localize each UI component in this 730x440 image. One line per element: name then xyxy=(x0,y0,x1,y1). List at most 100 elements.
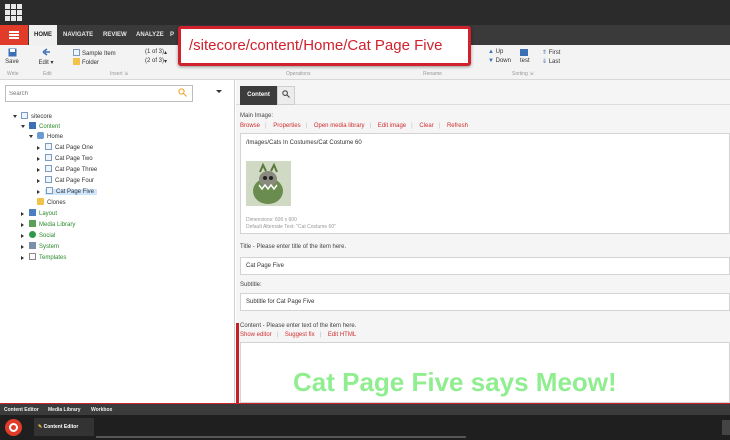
sort-icon[interactable] xyxy=(520,49,528,58)
expand-icon[interactable] xyxy=(37,179,40,183)
insert-folder-count: (2 of 3) xyxy=(145,58,165,64)
taskbar-strip xyxy=(96,436,466,438)
search-dropdown-icon[interactable] xyxy=(216,90,222,93)
expand-icon[interactable] xyxy=(13,115,17,118)
editor-tabs: Content xyxy=(236,80,730,105)
tree-node-media-library[interactable]: Media Library xyxy=(21,220,75,230)
write-group-label: Write xyxy=(7,71,19,77)
tree-node-sitecore[interactable]: sitecore xyxy=(13,112,52,122)
search-icon[interactable] xyxy=(178,88,187,97)
system-icon xyxy=(29,242,36,249)
validation-marker xyxy=(236,323,239,403)
image-field[interactable]: /Images/Cats In Costumes/Cat Costume 60 … xyxy=(240,133,730,234)
sort-up-button[interactable]: ▲ Up xyxy=(488,49,503,55)
tree-node-cat-page-three[interactable]: Cat Page Three xyxy=(37,165,97,175)
tree-node-layout[interactable]: Layout xyxy=(21,209,57,219)
chevron-up-icon: ▲ xyxy=(488,49,494,55)
tab-analyze[interactable]: ANALYZE xyxy=(136,25,164,45)
subtitle-label: Subtitle: xyxy=(240,282,262,288)
double-chevron-down-icon: ⇓ xyxy=(542,59,548,65)
refresh-link[interactable]: Refresh xyxy=(447,123,468,129)
scroll-up-icon[interactable]: ▴ xyxy=(164,49,167,56)
tree-node-cat-page-five[interactable]: Cat Page Five xyxy=(37,187,98,197)
expand-icon[interactable] xyxy=(37,168,40,172)
title-field[interactable]: Cat Page Five xyxy=(240,257,730,275)
edit-image-link[interactable]: Edit image xyxy=(378,123,406,129)
menu-icon[interactable] xyxy=(0,25,28,45)
tree-node-social[interactable]: Social xyxy=(21,231,55,241)
scroll-down-icon[interactable]: ▾ xyxy=(164,58,167,65)
tree-node-home[interactable]: Home xyxy=(29,132,63,142)
social-icon xyxy=(29,231,36,238)
search-box xyxy=(5,85,193,102)
layout-icon xyxy=(29,209,36,216)
search-input[interactable] xyxy=(6,86,166,101)
tab-navigate[interactable]: NAVIGATE xyxy=(63,25,93,45)
expand-icon[interactable] xyxy=(37,190,40,194)
save-label: Save xyxy=(5,59,19,65)
expand-icon[interactable] xyxy=(29,135,33,138)
expand-icon[interactable] xyxy=(21,212,24,216)
content-label: Content - Please enter text of the item … xyxy=(240,323,357,329)
home-icon xyxy=(37,132,44,139)
page-icon xyxy=(45,165,52,172)
clear-link[interactable]: Clear xyxy=(419,123,433,129)
tree-node-templates[interactable]: Templates xyxy=(21,253,66,263)
edit-label: Edit ▾ xyxy=(38,60,54,66)
show-desktop-button[interactable] xyxy=(722,420,730,435)
cat-costume-thumbnail[interactable] xyxy=(246,161,291,206)
sort-down-button[interactable]: ▼ Down xyxy=(488,58,511,64)
rename-group-label: Rename xyxy=(423,71,442,77)
expand-icon[interactable] xyxy=(21,223,24,227)
properties-link[interactable]: Properties xyxy=(273,123,300,129)
sitecore-start-icon[interactable] xyxy=(5,419,22,436)
task-content-editor[interactable]: ✎ Content Editor xyxy=(34,418,94,436)
edit-button[interactable]: Edit ▾ xyxy=(37,48,55,66)
subtitle-field[interactable]: Subtitle for Cat Page Five xyxy=(240,293,730,311)
top-bar xyxy=(0,0,730,25)
browse-link[interactable]: Browse xyxy=(240,123,260,129)
item-path-callout: /sitecore/content/Home/Cat Page Five xyxy=(178,26,471,66)
expand-icon[interactable] xyxy=(21,256,24,260)
template-icon xyxy=(29,253,36,260)
image-path: /Images/Cats In Costumes/Cat Costume 60 xyxy=(246,140,362,146)
tab-home[interactable]: HOME xyxy=(29,25,57,45)
show-editor-link[interactable]: Show editor xyxy=(240,332,272,338)
folder-icon xyxy=(37,198,44,205)
tree-node-cat-page-two[interactable]: Cat Page Two xyxy=(37,154,93,164)
app-launcher-icon[interactable] xyxy=(5,4,22,21)
sort-last-button[interactable]: ⇓ Last xyxy=(542,58,560,65)
content-tree-pane: sitecore Content Home Cat Page One Cat P… xyxy=(0,80,235,403)
search-tab[interactable] xyxy=(277,86,295,105)
cat-image xyxy=(246,161,291,206)
pencil-icon: ✎ xyxy=(38,424,43,430)
edit-html-link[interactable]: Edit HTML xyxy=(328,332,356,338)
tab-review[interactable]: REVIEW xyxy=(103,25,127,45)
expand-icon[interactable] xyxy=(37,146,40,150)
insert-folder-item[interactable]: Folder xyxy=(73,58,99,66)
open-media-library-link[interactable]: Open media library xyxy=(314,123,365,129)
insert-sample-item[interactable]: Sample Item xyxy=(73,49,116,57)
page-icon xyxy=(45,176,52,183)
tree-node-system[interactable]: System xyxy=(21,242,59,252)
sort-first-button[interactable]: ⇑ First xyxy=(542,49,560,56)
tree-node-cat-page-four[interactable]: Cat Page Four xyxy=(37,176,94,186)
save-button[interactable]: Save xyxy=(5,48,19,65)
bottom-app-tabs: Content Editor Media Library Workbox xyxy=(0,403,730,415)
operations-group-label: Operations xyxy=(286,71,311,77)
expand-icon[interactable] xyxy=(37,157,40,161)
tree-node-cat-page-one[interactable]: Cat Page One xyxy=(37,143,93,153)
expand-icon[interactable] xyxy=(21,125,25,128)
content-rich-text-field[interactable]: Cat Page Five says Meow! xyxy=(240,342,730,403)
tab-truncated[interactable]: P xyxy=(170,25,174,45)
sort-test-button[interactable]: test xyxy=(520,58,530,64)
tree-node-clones[interactable]: Clones xyxy=(37,198,66,208)
expand-icon[interactable] xyxy=(21,245,24,249)
suggest-fix-link[interactable]: Suggest fix xyxy=(285,332,315,338)
expand-icon[interactable] xyxy=(21,234,24,238)
tab-content[interactable]: Content xyxy=(240,86,277,105)
tree-node-content[interactable]: Content xyxy=(21,122,60,132)
image-icon xyxy=(29,220,36,227)
double-chevron-up-icon: ⇑ xyxy=(542,50,548,56)
content-text: Cat Page Five says Meow! xyxy=(293,367,617,397)
